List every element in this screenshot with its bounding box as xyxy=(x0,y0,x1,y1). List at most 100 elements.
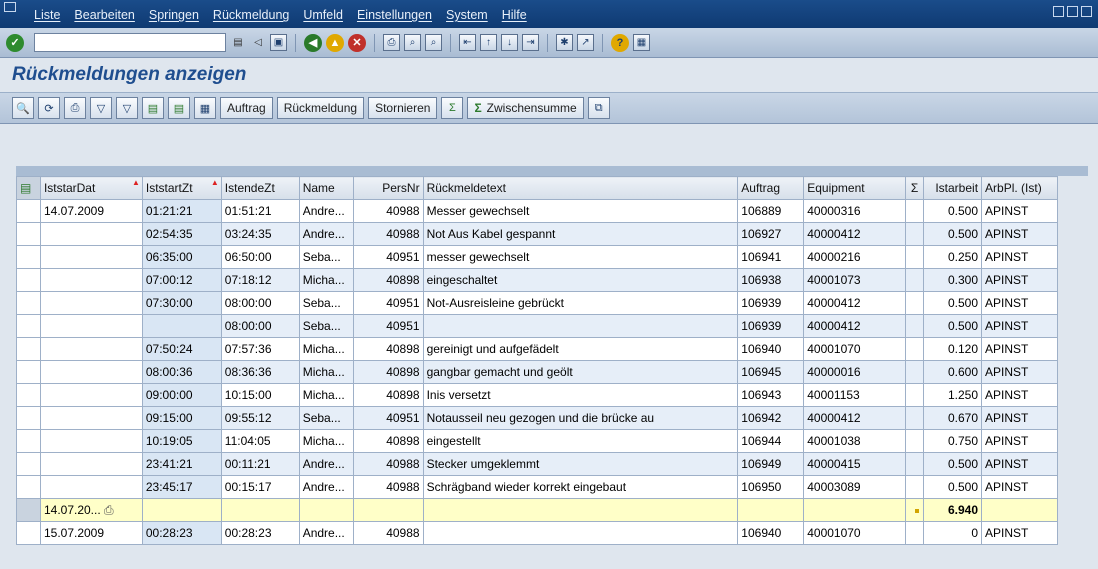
cell-end[interactable]: 00:11:21 xyxy=(220,452,300,476)
cell-text[interactable] xyxy=(422,314,739,338)
table-row[interactable]: 23:45:17 00:15:17 Andre... 40988 Schrägband … xyxy=(16,475,1088,499)
cell-sum[interactable] xyxy=(905,222,925,246)
table-row[interactable]: 14.07.2009 01:21:21 01:51:21 Andre... 40988 M… xyxy=(16,199,1088,223)
subtotal-row[interactable]: 14.07.20... ⎙ 6.940 xyxy=(16,498,1088,522)
cell-equipment[interactable]: 40000412 xyxy=(803,222,907,246)
cell-persnr[interactable]: 40951 xyxy=(352,245,424,269)
cell-auftrag[interactable]: 106889 xyxy=(737,199,805,223)
cell-istarbeit[interactable]: 0.670 xyxy=(923,406,983,430)
cell-istarbeit[interactable]: 0.500 xyxy=(923,222,983,246)
table-row[interactable]: 06:35:00 06:50:00 Seba... 40951 messer gewec… xyxy=(16,245,1088,269)
cell-persnr[interactable]: 40988 xyxy=(352,222,424,246)
cell-equipment[interactable]: 40000412 xyxy=(803,291,907,315)
cell-end[interactable]: 07:57:36 xyxy=(220,337,300,361)
cell-end[interactable]: 10:15:00 xyxy=(220,383,300,407)
cell-auftrag[interactable]: 106944 xyxy=(737,429,805,453)
cell-name[interactable]: Micha... xyxy=(298,337,354,361)
cell-end[interactable]: 11:04:05 xyxy=(220,429,300,453)
back-icon[interactable]: ◀ xyxy=(304,33,322,52)
row-selector[interactable] xyxy=(16,383,41,407)
row-selector[interactable] xyxy=(16,291,41,315)
cell-date[interactable] xyxy=(39,222,143,246)
cell-text[interactable]: Not Aus Kabel gespannt xyxy=(422,222,739,246)
table-row[interactable]: 09:15:00 09:55:12 Seba... 40951 Notausseil n… xyxy=(16,406,1088,430)
cell-arbpl[interactable]: APINST xyxy=(981,222,1058,246)
cell-equipment[interactable]: 40000016 xyxy=(803,360,907,384)
cell-date[interactable] xyxy=(39,268,143,292)
cell-text[interactable]: messer gewechselt xyxy=(422,245,739,269)
cell-arbpl[interactable]: APINST xyxy=(981,337,1058,361)
row-selector[interactable] xyxy=(16,337,41,361)
cell-equipment[interactable]: 40000415 xyxy=(803,452,907,476)
layout-icon[interactable]: ▤ xyxy=(168,97,190,119)
cell-text[interactable]: Inis versetzt xyxy=(422,383,739,407)
cell-persnr[interactable]: 40898 xyxy=(352,360,424,384)
cell-text[interactable]: gereinigt und aufgefädelt xyxy=(422,337,739,361)
find-next-icon[interactable]: ⌕ xyxy=(425,34,442,51)
cell-end[interactable]: 01:51:21 xyxy=(220,199,300,223)
cell-end[interactable]: 08:36:36 xyxy=(220,360,300,384)
cell-sum[interactable] xyxy=(905,268,925,292)
cell-arbpl[interactable]: APINST xyxy=(981,199,1058,223)
cell-name[interactable]: Andre... xyxy=(298,475,354,499)
copy-icon[interactable]: ⧉ xyxy=(587,97,610,119)
cell-arbpl[interactable]: APINST xyxy=(981,475,1058,499)
cell-sum[interactable] xyxy=(905,360,925,384)
cell-istarbeit[interactable]: 0.120 xyxy=(923,337,983,361)
row-selector[interactable] xyxy=(16,199,41,223)
cell-arbpl[interactable]: APINST xyxy=(981,291,1058,315)
row-selector[interactable] xyxy=(16,314,41,338)
row-selector[interactable] xyxy=(16,498,41,522)
cell-equipment[interactable]: 40000316 xyxy=(803,199,907,223)
cell-auftrag[interactable]: 106940 xyxy=(737,521,805,545)
subtotal-button[interactable]: Σ Zwischensumme xyxy=(467,97,584,119)
cell-end[interactable]: 03:24:35 xyxy=(220,222,300,246)
row-selector[interactable] xyxy=(16,429,41,453)
cell-name[interactable]: Andre... xyxy=(298,521,354,545)
cell-persnr[interactable]: 40951 xyxy=(352,314,424,338)
cell-date[interactable] xyxy=(39,291,143,315)
col-rueckmeldetext[interactable]: Rückmeldetext xyxy=(422,176,739,200)
cell-persnr[interactable]: 40898 xyxy=(352,268,424,292)
row-selector[interactable] xyxy=(16,406,41,430)
cell-name[interactable]: Andre... xyxy=(298,222,354,246)
cell-date[interactable]: 15.07.2009 xyxy=(39,521,143,545)
col-auftrag[interactable]: Auftrag xyxy=(737,176,805,200)
export-icon[interactable]: ▤ xyxy=(142,97,164,119)
cell-start[interactable]: 02:54:35 xyxy=(141,222,222,246)
cell-auftrag[interactable]: 106949 xyxy=(737,452,805,476)
cell-date[interactable] xyxy=(39,475,143,499)
cell-istarbeit[interactable]: 0 xyxy=(923,521,983,545)
refresh-icon[interactable]: ⟳ xyxy=(38,97,60,119)
cell-auftrag[interactable]: 106939 xyxy=(737,314,805,338)
subtotal-date-cell[interactable]: 14.07.20... ⎙ xyxy=(39,498,143,522)
col-sum[interactable]: Σ xyxy=(905,176,925,200)
cell-persnr[interactable]: 40988 xyxy=(352,521,424,545)
cell-arbpl[interactable]: APINST xyxy=(981,360,1058,384)
cell-text[interactable] xyxy=(422,521,739,545)
rueckmeldung-button[interactable]: Rückmeldung xyxy=(276,97,365,119)
cell-start[interactable]: 07:30:00 xyxy=(141,291,222,315)
cell-text[interactable]: Stecker umgeklemmt xyxy=(422,452,739,476)
save-icon[interactable]: ▣ xyxy=(270,34,287,51)
table-row[interactable]: 02:54:35 03:24:35 Andre... 40988 Not Aus Kab… xyxy=(16,222,1088,246)
maximize-icon[interactable] xyxy=(1067,6,1078,17)
cell-auftrag[interactable]: 106945 xyxy=(737,360,805,384)
row-selector[interactable] xyxy=(16,521,41,545)
cell-start[interactable]: 07:00:12 xyxy=(141,268,222,292)
cell-start[interactable]: 09:00:00 xyxy=(141,383,222,407)
cell-istarbeit[interactable]: 0.500 xyxy=(923,291,983,315)
cell-equipment[interactable]: 40000412 xyxy=(803,314,907,338)
cell-name[interactable]: Micha... xyxy=(298,268,354,292)
cell-sum[interactable] xyxy=(905,429,925,453)
filter-icon[interactable]: ▽ xyxy=(90,97,112,119)
cell-sum[interactable] xyxy=(905,475,925,499)
cell-name[interactable]: Seba... xyxy=(298,314,354,338)
menu-system[interactable]: System xyxy=(446,8,488,22)
menu-rueckmeldung[interactable]: Rückmeldung xyxy=(213,8,289,22)
cell-istarbeit[interactable]: 0.600 xyxy=(923,360,983,384)
cell-text[interactable]: Messer gewechselt xyxy=(422,199,739,223)
cell-date[interactable] xyxy=(39,383,143,407)
cell-sum[interactable] xyxy=(905,521,925,545)
cell-auftrag[interactable]: 106941 xyxy=(737,245,805,269)
